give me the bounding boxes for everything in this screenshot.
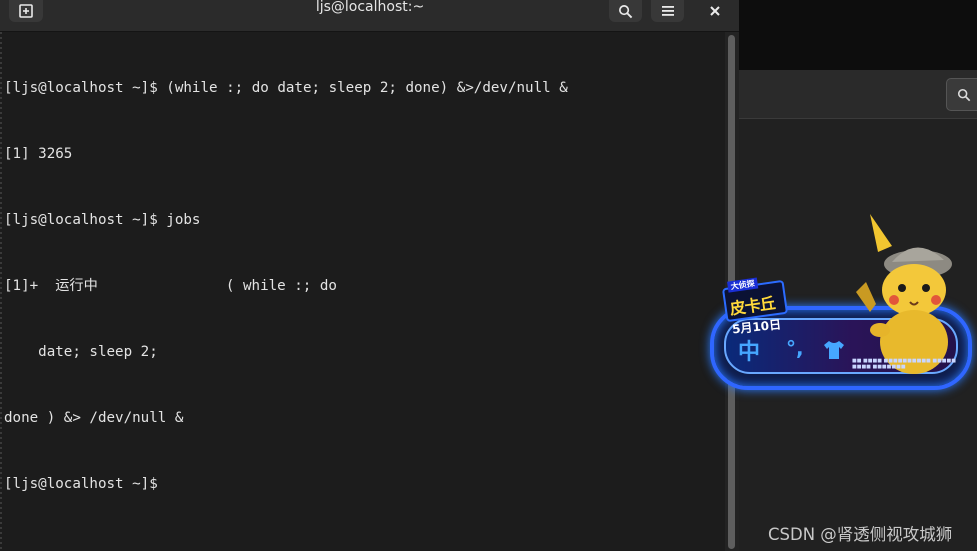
terminal-line: [1] 3265 — [4, 146, 73, 162]
terminal-line: [ljs@localhost ~]$ jobs — [4, 212, 201, 228]
background-window-top — [739, 0, 977, 70]
ad-glyph: °, — [786, 336, 804, 360]
background-toolbar — [739, 70, 977, 119]
search-icon — [619, 4, 633, 18]
window-title: ljs@localhost:~ — [315, 0, 425, 15]
ad-tag-title: 皮卡丘 — [728, 293, 776, 319]
close-button[interactable] — [697, 0, 733, 22]
hamburger-menu-icon — [661, 6, 674, 16]
title-bar: ljs@localhost:~ — [0, 0, 739, 32]
ad-tag-subtitle: 大侦探 — [727, 277, 759, 293]
search-icon — [957, 88, 971, 101]
tshirt-icon — [824, 341, 844, 359]
watermark: CSDN @肾透侧视攻城狮 — [768, 525, 953, 544]
terminal-window: ljs@localhost:~ [ljs@localhost ~]$ (whil… — [0, 0, 739, 551]
pikachu-mascot-icon — [856, 214, 952, 374]
new-tab-icon — [19, 4, 33, 18]
background-search-button[interactable] — [946, 78, 977, 111]
new-tab-button[interactable] — [9, 0, 43, 22]
window-edge — [0, 32, 2, 551]
terminal-line: done ) &> /dev/null & — [4, 410, 184, 426]
ad-fineprint: ■■ ■■■■ ■■■■■■■■■■ ■■■■■ ■■■■ ■■■■■■■ — [852, 358, 956, 370]
ad-banner[interactable]: 大侦探 皮卡丘 5月10日 中 °, ■■ ■■■■ ■■■■■■■■■■ ■■… — [706, 212, 972, 392]
close-icon — [710, 6, 720, 16]
terminal-prompt-line: [ljs@localhost ~]$ — [4, 476, 167, 492]
terminal-line: date; sleep 2; — [4, 344, 158, 360]
search-button[interactable] — [609, 0, 642, 22]
terminal-output[interactable]: [ljs@localhost ~]$ (while :; do date; sl… — [4, 33, 722, 551]
terminal-line: [ljs@localhost ~]$ (while :; do date; sl… — [4, 80, 568, 96]
ad-glyph: 中 — [738, 340, 761, 365]
menu-button[interactable] — [651, 0, 684, 22]
terminal-line: [1]+ 运行中 ( while :; do — [4, 278, 337, 294]
